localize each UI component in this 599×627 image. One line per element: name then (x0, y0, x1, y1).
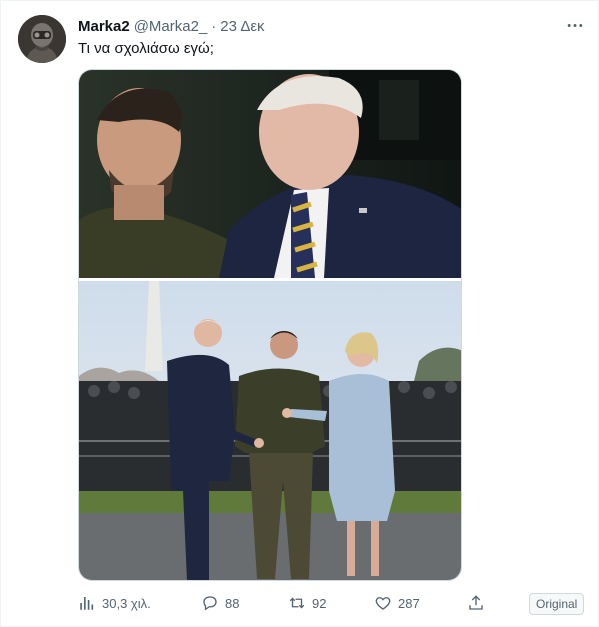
more-options-button[interactable] (564, 15, 586, 35)
like-action[interactable]: 287 (374, 591, 420, 615)
reply-action[interactable]: 88 (201, 591, 239, 615)
retweets-count: 92 (312, 595, 327, 611)
avatar-image (18, 15, 66, 63)
tweet-media[interactable] (78, 69, 462, 581)
retweet-icon (289, 597, 305, 609)
display-name[interactable]: Marka2 (78, 18, 130, 35)
photo-bottom[interactable] (79, 281, 461, 580)
photo-top-image (79, 70, 461, 278)
reply-bubble-icon (203, 596, 217, 611)
bar-chart-icon (80, 597, 94, 610)
tweet-header: Marka2 @Marka2_ · 23 Δεκ (78, 16, 265, 36)
views-action[interactable]: 30,3 χιλ. (78, 591, 151, 615)
share-icon (469, 595, 483, 610)
user-handle[interactable]: @Marka2_ (134, 18, 208, 35)
views-count: 30,3 χιλ. (102, 595, 151, 611)
photo-bottom-image (79, 281, 461, 580)
retweet-action[interactable]: 92 (288, 591, 326, 615)
tweet-text: Τι να σχολιάσω εγώ; (78, 40, 214, 57)
original-button[interactable]: Original (529, 593, 585, 615)
likes-count: 287 (398, 595, 420, 611)
heart-icon (375, 597, 391, 610)
share-action[interactable] (467, 591, 485, 615)
photo-top[interactable] (79, 70, 461, 278)
separator-dot: · (211, 17, 217, 35)
avatar[interactable] (18, 15, 66, 63)
tweet-actions: 30,3 χιλ. 88 92 287 (78, 591, 585, 615)
more-dots-icon (567, 23, 583, 27)
tweet-card[interactable]: Marka2 @Marka2_ · 23 Δεκ Τι να σχολιάσω … (0, 0, 599, 627)
tweet-date[interactable]: 23 Δεκ (220, 18, 264, 35)
replies-count: 88 (225, 595, 240, 611)
